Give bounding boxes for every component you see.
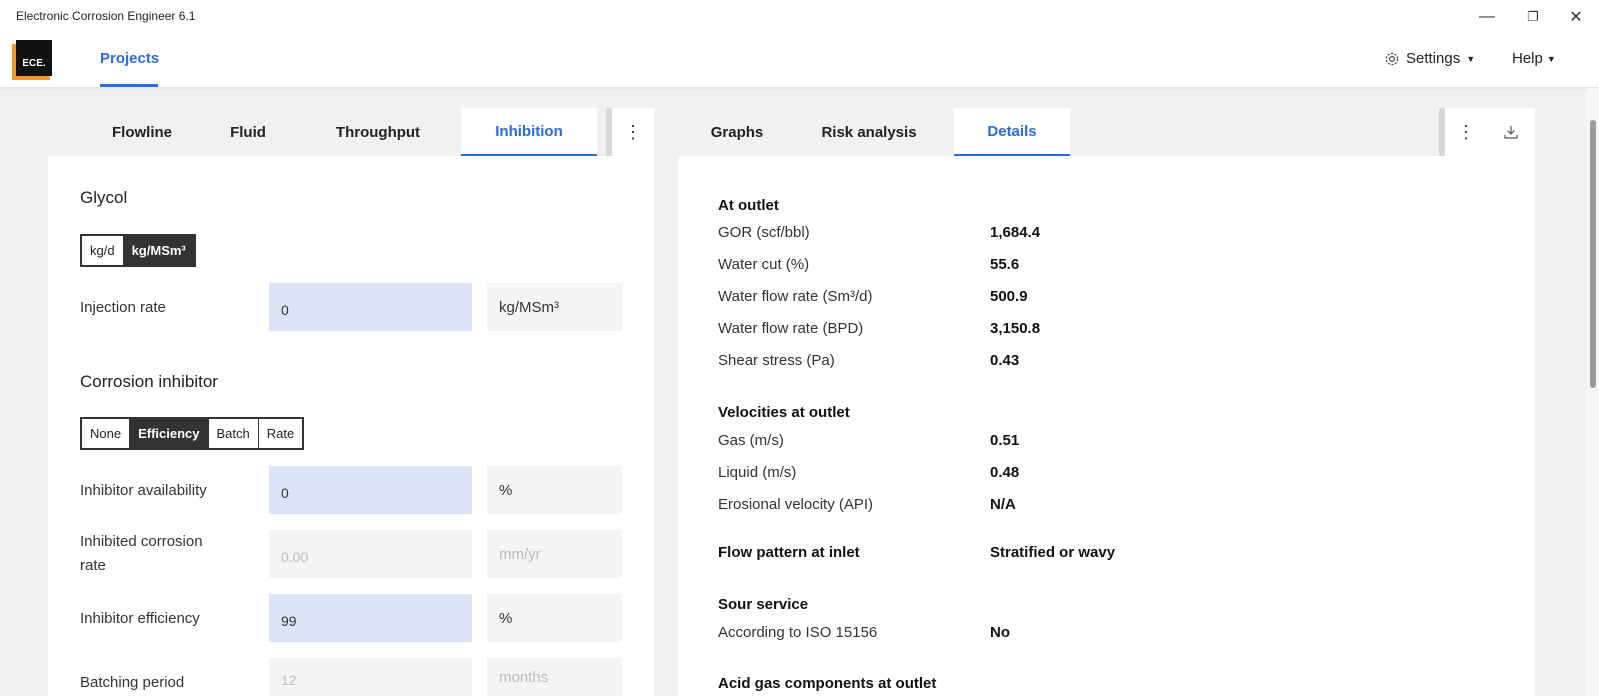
- gas-velocity-label: Gas (m/s): [718, 432, 784, 449]
- glycol-title: Glycol: [80, 188, 128, 207]
- settings-menu[interactable]: Settings ▼: [1384, 50, 1475, 67]
- unit-kg-msm3[interactable]: kg/MSm³: [123, 236, 194, 265]
- inputs-panel: Flowline Fluid Throughput Inhibition ⋮ G…: [48, 108, 654, 696]
- results-panel: Graphs Risk analysis Details ⋮ At outlet…: [678, 108, 1535, 696]
- inhibitor-availability-input[interactable]: 0: [269, 466, 472, 514]
- help-menu[interactable]: Help ▼: [1512, 50, 1556, 67]
- caret-down-icon: ▼: [1546, 53, 1556, 64]
- inhibitor-availability-label: Inhibitor availability: [80, 482, 207, 499]
- shear-stress-value: 0.43: [990, 352, 1020, 369]
- liquid-velocity-label: Liquid (m/s): [718, 464, 797, 481]
- close-button[interactable]: ✕: [1553, 4, 1599, 30]
- minimize-button[interactable]: —: [1464, 4, 1510, 30]
- more-options-icon[interactable]: ⋮: [1439, 108, 1487, 156]
- batching-period-input: 12: [269, 658, 472, 696]
- download-icon[interactable]: [1487, 108, 1535, 156]
- erosional-velocity-label: Erosional velocity (API): [718, 496, 874, 513]
- water-flow-sm3-label: Water flow rate (Sm³/d): [718, 288, 873, 305]
- water-cut-label: Water cut (%): [718, 256, 810, 273]
- mode-rate[interactable]: Rate: [258, 419, 303, 448]
- ece-logo: ECE.: [12, 40, 52, 80]
- nav-active-indicator: [100, 84, 158, 87]
- unit-kg-d[interactable]: kg/d: [82, 236, 124, 265]
- app-header: ECE. Projects Settings ▼ Help ▼: [0, 32, 1599, 88]
- inhibitor-availability-unit: %: [487, 466, 622, 514]
- iso-15156-value: No: [990, 624, 1010, 641]
- more-options-icon[interactable]: ⋮: [606, 108, 654, 156]
- caret-down-icon: ▼: [1466, 53, 1476, 64]
- shear-stress-label: Shear stress (Pa): [718, 352, 835, 369]
- inhibited-rate-label-line1: Inhibited corrosion: [80, 533, 203, 550]
- window-title: Electronic Corrosion Engineer 6.1: [16, 9, 196, 23]
- tab-details[interactable]: Details: [954, 108, 1070, 156]
- input-tabs: Flowline Fluid Throughput Inhibition ⋮: [48, 108, 654, 156]
- nav-projects[interactable]: Projects: [100, 50, 159, 67]
- restore-button[interactable]: ❐: [1510, 4, 1556, 30]
- water-flow-sm3-value: 500.9: [990, 288, 1028, 305]
- mode-efficiency[interactable]: Efficiency: [130, 419, 209, 448]
- gas-velocity-value: 0.51: [990, 432, 1020, 449]
- water-flow-bpd-value: 3,150.8: [990, 320, 1041, 337]
- help-label: Help: [1512, 50, 1543, 67]
- corrosion-inhibitor-title: Corrosion inhibitor: [80, 372, 218, 391]
- result-tabs: Graphs Risk analysis Details ⋮: [678, 108, 1535, 156]
- batching-period-unit: months: [487, 658, 622, 696]
- injection-rate-unit: kg/MSm³: [487, 283, 622, 331]
- tab-flowline[interactable]: Flowline: [92, 108, 192, 156]
- iso-15156-label: According to ISO 15156: [718, 624, 878, 641]
- glycol-unit-toggle: kg/d kg/MSm³: [80, 234, 196, 267]
- inhibitor-efficiency-label: Inhibitor efficiency: [80, 610, 200, 627]
- erosional-velocity-value: N/A: [990, 496, 1016, 513]
- water-cut-value: 55.6: [990, 256, 1020, 273]
- inhibitor-efficiency-unit: %: [487, 594, 622, 642]
- inhibitor-mode-toggle: None Efficiency Batch Rate: [80, 417, 305, 450]
- inhibitor-efficiency-input[interactable]: 99: [269, 594, 472, 642]
- gor-value: 1,684.4: [990, 224, 1041, 241]
- tab-risk-analysis[interactable]: Risk analysis: [802, 108, 936, 156]
- flow-pattern-heading: Flow pattern at inlet: [718, 544, 860, 561]
- tab-throughput[interactable]: Throughput: [304, 108, 452, 156]
- injection-rate-input[interactable]: 0: [269, 283, 472, 331]
- settings-label: Settings: [1406, 50, 1461, 67]
- outlet-heading: At outlet: [718, 197, 779, 214]
- mode-none[interactable]: None: [82, 419, 131, 448]
- gor-label: GOR (scf/bbl): [718, 224, 810, 241]
- mode-batch[interactable]: Batch: [208, 419, 259, 448]
- inhibited-rate-label-line2: rate: [80, 557, 106, 574]
- sour-service-heading: Sour service: [718, 596, 809, 613]
- tab-inhibition[interactable]: Inhibition: [461, 108, 597, 156]
- flow-pattern-value: Stratified or wavy: [990, 544, 1116, 561]
- vertical-scrollbar[interactable]: [1587, 88, 1599, 696]
- batching-period-label: Batching period: [80, 674, 185, 691]
- tab-fluid[interactable]: Fluid: [208, 108, 288, 156]
- tab-graphs[interactable]: Graphs: [692, 108, 782, 156]
- water-flow-bpd-label: Water flow rate (BPD): [718, 320, 864, 337]
- injection-rate-label: Injection rate: [80, 299, 166, 316]
- inhibited-rate-input: 0.00: [269, 530, 472, 578]
- inhibited-rate-unit: mm/yr: [487, 530, 622, 578]
- scrollbar-thumb[interactable]: [1590, 120, 1596, 388]
- acid-gas-heading: Acid gas components at outlet: [718, 675, 937, 692]
- window-titlebar: Electronic Corrosion Engineer 6.1 — ❐ ✕: [0, 0, 1599, 32]
- velocities-heading: Velocities at outlet: [718, 404, 850, 421]
- liquid-velocity-value: 0.48: [990, 464, 1020, 481]
- gear-icon: [1385, 52, 1399, 65]
